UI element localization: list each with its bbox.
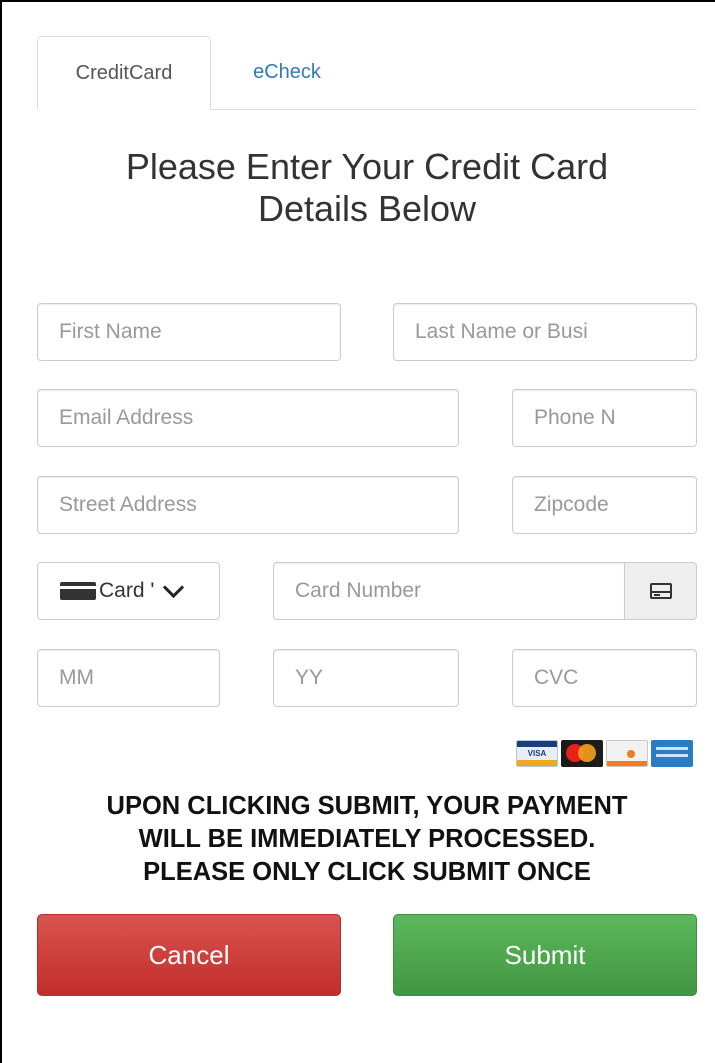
mastercard-logo-icon: [561, 740, 603, 767]
card-type-selected: Card ': [99, 579, 155, 602]
payment-tabs: CreditCard eCheck: [37, 36, 697, 110]
warning-line-2: WILL BE IMMEDIATELY PROCESSED.: [138, 825, 596, 853]
visa-logo-icon: VISA: [516, 740, 558, 767]
cancel-button[interactable]: Cancel: [37, 914, 341, 996]
payment-warning: UPON CLICKING SUBMIT, YOUR PAYMENT WILL …: [37, 790, 697, 889]
card-type-select[interactable]: Card ': [37, 562, 220, 620]
visa-logo-text: VISA: [527, 749, 547, 758]
page-title: Please Enter Your Credit Card Details Be…: [37, 146, 697, 230]
phone-input[interactable]: [512, 389, 697, 447]
tab-creditcard[interactable]: CreditCard: [37, 36, 211, 110]
amex-logo-icon: [651, 740, 693, 767]
card-number-group: [273, 562, 697, 620]
page-title-line-2: Details Below: [257, 188, 477, 229]
card-number-input[interactable]: [273, 562, 625, 620]
cvc-input[interactable]: [512, 649, 697, 707]
discover-logo-icon: [606, 740, 648, 767]
tab-echeck[interactable]: eCheck: [227, 36, 347, 108]
expiry-month-input[interactable]: [37, 649, 220, 707]
chevron-down-icon: [163, 576, 185, 598]
credit-card-icon: [649, 583, 672, 599]
warning-line-1: UPON CLICKING SUBMIT, YOUR PAYMENT: [106, 792, 628, 820]
expiry-year-input[interactable]: [273, 649, 459, 707]
credit-card-icon: [60, 582, 96, 600]
zipcode-input[interactable]: [512, 476, 697, 534]
card-number-addon: [624, 562, 697, 620]
accepted-cards: VISA: [516, 740, 693, 768]
email-input[interactable]: [37, 389, 459, 447]
page-title-line-1: Please Enter Your Credit Card: [125, 146, 609, 187]
warning-line-3: PLEASE ONLY CLICK SUBMIT ONCE: [143, 858, 591, 886]
street-address-input[interactable]: [37, 476, 459, 534]
last-name-input[interactable]: [393, 303, 697, 361]
first-name-input[interactable]: [37, 303, 341, 361]
submit-button[interactable]: Submit: [393, 914, 697, 996]
